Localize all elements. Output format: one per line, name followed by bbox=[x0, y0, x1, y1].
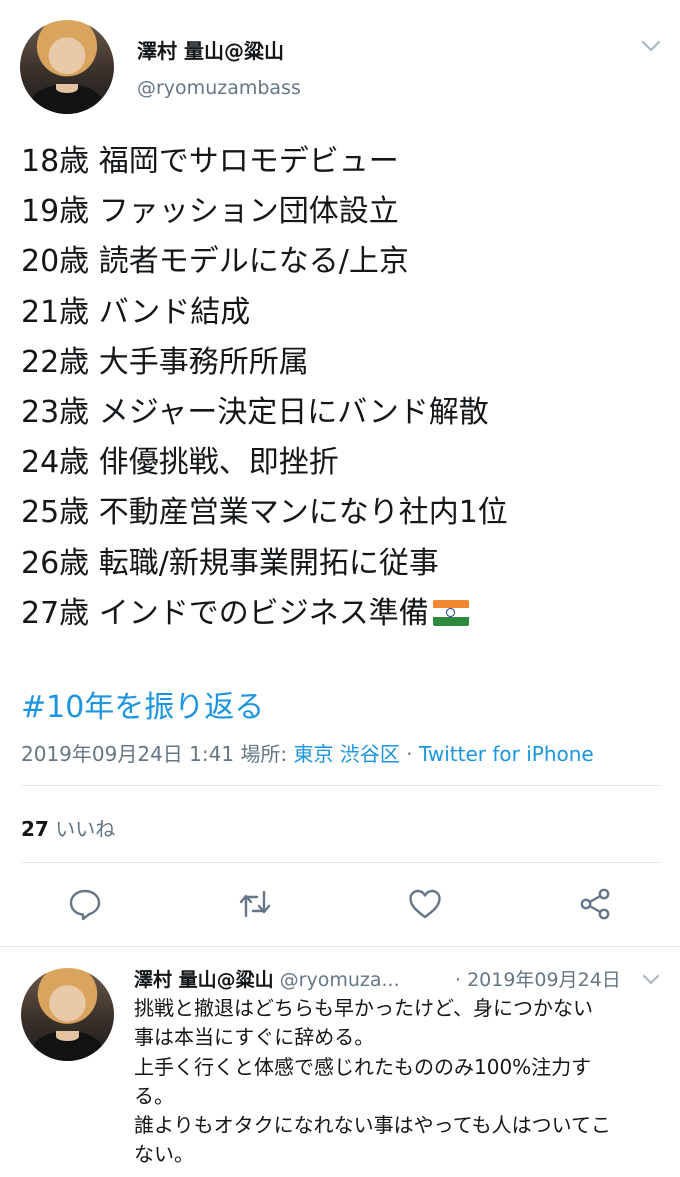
location-label: 場所: bbox=[240, 742, 288, 766]
reply-author-handle[interactable]: @ryomuza... bbox=[280, 969, 400, 991]
reply-line: 誰よりもオタクになれない事はやっても人はついてこ bbox=[134, 1113, 611, 1138]
tweet-line-text: 27歳 インドでのビジネス準備 bbox=[21, 595, 429, 631]
reply-line: 事は本当にすぐに辞める。 bbox=[134, 1025, 375, 1050]
tweet-line: 26歳 転職/新規事業開拓に従事 bbox=[21, 545, 439, 581]
tweet-line: 21歳 バンド結成 bbox=[21, 294, 251, 330]
meta-separator: · bbox=[406, 742, 413, 766]
tweet-line: 19歳 ファッション団体設立 bbox=[21, 194, 399, 230]
likes-stat[interactable]: 27 いいね bbox=[21, 813, 115, 842]
retweet-icon bbox=[239, 890, 271, 918]
reply-line: 上手く行くと体感で感じれたもののみ100%注力す bbox=[134, 1054, 592, 1079]
heart-icon bbox=[409, 889, 441, 919]
tweet-meta: 2019年09月24日 1:41 場所: 東京 渋谷区 · Twitter fo… bbox=[21, 738, 594, 767]
tweet-line: 23歳 メジャー決定日にバンド解散 bbox=[21, 395, 489, 431]
author-avatar[interactable] bbox=[20, 20, 114, 114]
tweet-line-last: 27歳 インドでのビジネス準備 bbox=[21, 589, 661, 639]
retweet-button[interactable] bbox=[237, 886, 273, 922]
hashtag-link[interactable]: #10年を振り返る bbox=[21, 682, 264, 726]
share-icon bbox=[580, 888, 610, 920]
reply-author-name[interactable]: 澤村 量山@粱山 bbox=[134, 969, 274, 991]
location-link[interactable]: 東京 渋谷区 bbox=[294, 742, 400, 766]
chevron-down-icon[interactable] bbox=[640, 969, 662, 991]
timestamp: 2019年09月24日 1:41 bbox=[21, 742, 235, 766]
reply-date[interactable]: · 2019年09月24日 bbox=[455, 965, 621, 992]
reply-line: る。 bbox=[134, 1083, 174, 1108]
author-handle[interactable]: @ryomuzambass bbox=[137, 77, 301, 99]
section-divider bbox=[0, 946, 680, 947]
share-button[interactable] bbox=[577, 886, 613, 922]
tweet-line: 22歳 大手事務所所属 bbox=[21, 344, 309, 380]
tweet-line: 18歳 福岡でサロモデビュー bbox=[21, 144, 399, 179]
reply-author-avatar[interactable] bbox=[21, 968, 114, 1061]
like-label: いいね bbox=[55, 817, 116, 841]
reply-button[interactable] bbox=[67, 886, 103, 922]
reply-line: 挑戦と撤退はどちらも早かったけど、身につかない bbox=[134, 996, 593, 1020]
tweet-line: 25歳 不動産営業マンになり社内1位 bbox=[21, 495, 508, 531]
tweet-line: 24歳 俳優挑戦、即挫折 bbox=[21, 445, 339, 481]
source-link[interactable]: Twitter for iPhone bbox=[419, 742, 594, 766]
divider bbox=[21, 785, 660, 786]
divider bbox=[21, 862, 660, 863]
tweet-body: 18歳 福岡でサロモデビュー 19歳 ファッション団体設立 20歳 読者モデルに… bbox=[21, 137, 661, 639]
reply-line: ない。 bbox=[134, 1142, 194, 1167]
author-name[interactable]: 澤村 量山@粱山 bbox=[137, 35, 284, 64]
india-flag-icon bbox=[432, 599, 469, 626]
reply-bubble-icon bbox=[69, 889, 101, 921]
like-count: 27 bbox=[21, 817, 49, 841]
chevron-down-icon[interactable] bbox=[640, 35, 662, 57]
like-button[interactable] bbox=[407, 886, 443, 922]
reply-body: 挑戦と撤退はどちらも早かったけど、身につかない 事は本当にすぐに辞める。 上手く… bbox=[134, 994, 654, 1170]
reply-header[interactable]: 澤村 量山@粱山 @ryomuza... bbox=[134, 965, 400, 992]
tweet-line: 20歳 読者モデルになる/上京 bbox=[21, 244, 409, 280]
